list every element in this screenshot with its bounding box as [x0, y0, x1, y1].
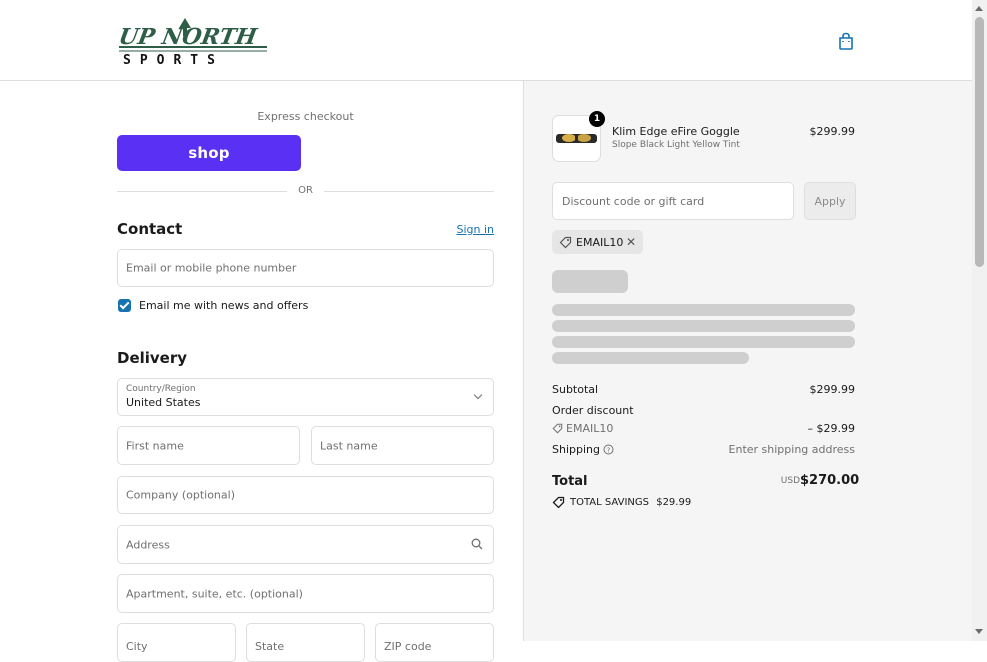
contact-heading: Contact	[117, 220, 183, 238]
last-name-field[interactable]: Last name	[311, 426, 494, 465]
logo-graphic: UP NORTH SPORTS	[117, 18, 267, 68]
sign-in-link[interactable]: Sign in	[440, 223, 494, 236]
city-field[interactable]: City	[117, 623, 236, 662]
divider-line-right	[324, 191, 494, 192]
company-placeholder: Company (optional)	[126, 488, 235, 502]
order-discount-row: Order discount	[552, 404, 855, 417]
state-select[interactable]: State	[246, 623, 365, 662]
state-placeholder: State	[255, 640, 285, 653]
country-select[interactable]: Country/Region United States	[117, 378, 494, 416]
loading-skeleton	[552, 304, 855, 316]
scroll-down-icon[interactable]	[975, 629, 983, 634]
svg-text:?: ?	[607, 446, 611, 454]
city-placeholder: City	[126, 640, 148, 653]
loading-skeleton	[552, 352, 749, 364]
delivery-heading: Delivery	[117, 349, 188, 367]
discount-code-label: EMAIL10	[566, 422, 614, 435]
discount-code-row: EMAIL10 – $29.99	[552, 422, 855, 435]
address-placeholder: Address	[126, 538, 170, 551]
savings-tag-icon	[552, 496, 565, 509]
site-header: UP NORTH SPORTS	[0, 0, 972, 81]
discount-placeholder: Discount code or gift card	[562, 195, 705, 208]
currency-label: USD	[780, 476, 800, 486]
apartment-field[interactable]: Apartment, suite, etc. (optional)	[117, 574, 494, 613]
zip-field[interactable]: ZIP code	[375, 623, 494, 662]
loading-skeleton	[552, 336, 855, 348]
apartment-placeholder: Apartment, suite, etc. (optional)	[126, 587, 303, 600]
first-name-field[interactable]: First name	[117, 426, 300, 465]
loading-skeleton	[552, 320, 855, 332]
last-name-placeholder: Last name	[320, 439, 378, 452]
newsletter-label[interactable]: Email me with news and offers	[139, 299, 308, 312]
subtotal-label: Subtotal	[552, 383, 599, 396]
product-name: Klim Edge eFire Goggle	[612, 125, 740, 138]
discount-value: – $29.99	[807, 422, 856, 435]
applied-discount-tag: EMAIL10 ✕	[552, 230, 643, 254]
help-icon[interactable]: ?	[603, 444, 614, 455]
close-icon[interactable]: ✕	[626, 235, 636, 249]
page-scrollbar[interactable]	[972, 0, 987, 641]
brand-logo[interactable]: UP NORTH SPORTS	[117, 14, 269, 68]
applied-code: EMAIL10	[576, 236, 624, 249]
scrollbar-thumb[interactable]	[975, 17, 984, 267]
total-savings: TOTAL SAVINGS $29.99	[570, 497, 691, 508]
email-placeholder: Email or mobile phone number	[126, 261, 297, 275]
order-discount-label: Order discount	[552, 404, 634, 417]
logo-text-top: UP NORTH	[117, 24, 260, 50]
apply-button[interactable]: Apply	[804, 182, 856, 220]
shopping-bag-icon[interactable]	[836, 31, 856, 51]
loading-skeleton	[552, 270, 628, 293]
or-divider: OR	[117, 185, 494, 199]
logo-text-bottom: SPORTS	[123, 53, 224, 66]
shipping-value: Enter shipping address	[728, 443, 855, 456]
zip-placeholder: ZIP code	[384, 640, 432, 653]
savings-value: $29.99	[656, 497, 692, 508]
tag-icon	[552, 423, 563, 434]
country-value: United States	[126, 396, 201, 409]
express-checkout-label: Express checkout	[257, 110, 354, 123]
subtotal-value: $299.99	[809, 383, 856, 396]
email-field[interactable]: Email or mobile phone number	[117, 249, 494, 287]
subtotal-row: Subtotal $299.99	[552, 383, 855, 396]
product-variant: Slope Black Light Yellow Tint	[612, 140, 740, 150]
address-field[interactable]: Address	[117, 525, 494, 564]
newsletter-checkbox[interactable]	[118, 299, 131, 312]
quantity-badge: 1	[589, 111, 605, 127]
shipping-row: Shipping ? Enter shipping address	[552, 443, 855, 456]
shop-pay-button[interactable]: shop	[117, 135, 301, 171]
shipping-label: Shipping	[552, 443, 600, 456]
country-label: Country/Region	[126, 384, 196, 394]
search-icon	[471, 538, 483, 550]
total-value: $270.00	[800, 473, 860, 488]
product-price: $299.99	[809, 125, 856, 138]
company-field[interactable]: Company (optional)	[117, 476, 494, 514]
scroll-up-icon[interactable]	[975, 6, 983, 11]
discount-code-input[interactable]: Discount code or gift card	[552, 182, 794, 220]
first-name-placeholder: First name	[126, 439, 184, 452]
chevron-down-icon	[473, 390, 483, 400]
tag-icon	[559, 236, 572, 249]
total-label: Total	[552, 474, 588, 489]
savings-label: TOTAL SAVINGS	[570, 497, 650, 508]
